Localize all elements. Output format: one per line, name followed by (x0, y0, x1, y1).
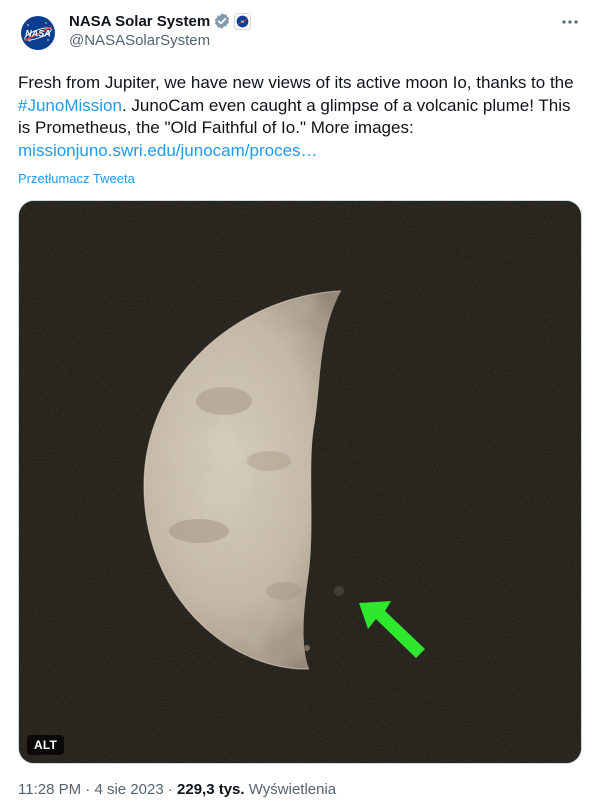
svg-text:N: N (241, 19, 244, 23)
handle[interactable]: @NASASolarSystem (69, 32, 251, 49)
hashtag-link[interactable]: #JunoMission (18, 96, 122, 115)
tweet: NASA NASA Solar System N @NASASolarSyste… (0, 0, 599, 802)
url-link[interactable]: missionjuno.swri.edu/junocam/proces… (18, 141, 318, 160)
nasa-logo-icon: NASA (21, 16, 55, 50)
views-label: Wyświetlenia (248, 781, 337, 798)
display-name[interactable]: NASA Solar System (69, 13, 210, 30)
tweet-text-part1: Fresh from Jupiter, we have new views of… (18, 73, 574, 92)
author-info: NASA Solar System N @NASASolarSystem (69, 11, 252, 49)
svg-text:NASA: NASA (25, 29, 51, 39)
meta-separator-2: · (163, 781, 178, 798)
tweet-time[interactable]: 11:28 PM (18, 781, 81, 798)
more-options-button[interactable] (559, 12, 581, 32)
media-image[interactable]: ALT (18, 200, 582, 764)
io-moon-image (19, 201, 581, 763)
name-row: NASA Solar System N (69, 11, 252, 31)
tweet-text: Fresh from Jupiter, we have new views of… (18, 72, 583, 162)
verified-badge-icon[interactable] (213, 12, 231, 30)
meta-separator: · (81, 781, 95, 798)
avatar[interactable]: NASA (18, 13, 58, 53)
more-options-icon (562, 20, 578, 24)
affiliation-badge-icon[interactable]: N (234, 12, 252, 30)
views-count: 229,3 tys. (177, 781, 245, 798)
tweet-meta: 11:28 PM · 4 sie 2023 · 229,3 tys. Wyświ… (18, 781, 336, 798)
translate-tweet-link[interactable]: Przetłumacz Tweeta (18, 171, 135, 186)
alt-text-button[interactable]: ALT (27, 735, 65, 755)
tweet-date[interactable]: 4 sie 2023 (94, 781, 163, 798)
